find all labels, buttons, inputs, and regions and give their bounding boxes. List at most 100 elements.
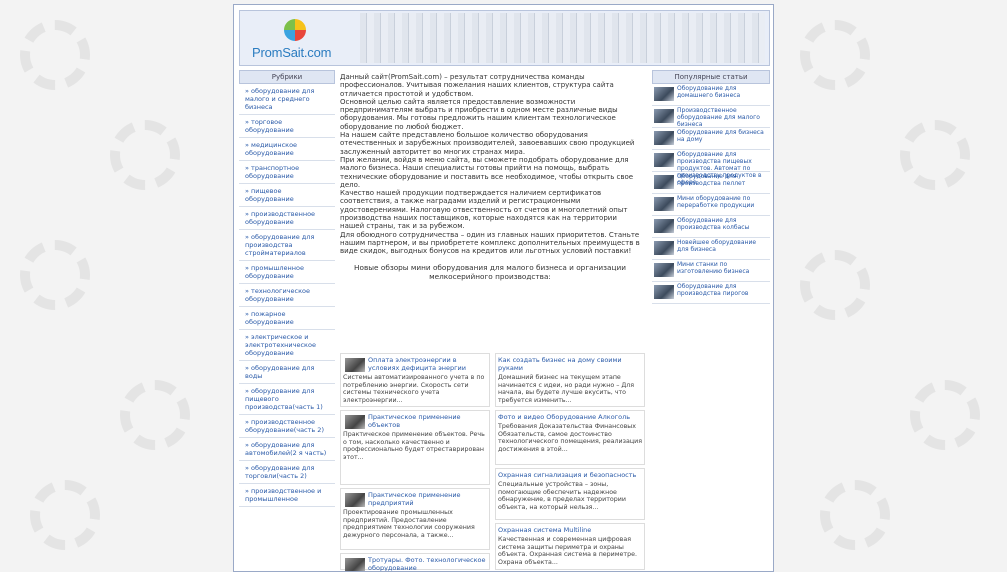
article-thumbnail[interactable] xyxy=(654,175,674,189)
news-item[interactable]: Практическое применение объектов Практиче… xyxy=(340,410,490,485)
article-thumbnail[interactable] xyxy=(654,263,674,277)
sidebar-list: » оборудование для малого и среднего биз… xyxy=(239,84,335,507)
popular-item-label[interactable]: Оборудование для производства колбасы xyxy=(677,217,767,231)
news-item[interactable]: Фото и видео Оборудование Алкоголь Требов… xyxy=(495,410,645,465)
site-header: PromSait.com xyxy=(239,10,770,66)
news-item[interactable]: Практическое применение предприятий Проек… xyxy=(340,488,490,550)
sidebar-item-label: медицинское оборудование xyxy=(245,141,298,157)
popular-item-label[interactable]: Мини оборудование по переработке продукц… xyxy=(677,195,767,209)
sidebar-item-label: оборудование для малого и среднего бизне… xyxy=(245,87,315,111)
background-gear-icon xyxy=(120,380,190,450)
news-item[interactable]: Оплата электроэнергии в условиях дефицит… xyxy=(340,353,490,407)
background-gear-icon xyxy=(900,120,970,190)
background-gear-icon xyxy=(30,480,100,550)
news-heading: Новые обзоры мини оборудования для малог… xyxy=(354,262,626,281)
popular-item-label[interactable]: Мини станки по изготовлению бизнеса xyxy=(677,261,767,275)
popular-item-label[interactable]: Оборудование для домашнего бизнеса xyxy=(677,85,767,99)
article-thumbnail[interactable] xyxy=(654,285,674,299)
logo-icon xyxy=(284,19,306,41)
sidebar-item-label: промышленное оборудование xyxy=(245,264,305,280)
background-gear-icon xyxy=(800,20,870,90)
popular-item[interactable]: Оборудование для бизнеса на дому xyxy=(652,128,770,150)
popular-item[interactable]: Оборудование для производства пищевых пр… xyxy=(652,150,770,186)
article-thumbnail[interactable] xyxy=(654,241,674,255)
intro-paragraph: На нашем сайте представлено большое коли… xyxy=(340,131,635,156)
popular-item[interactable]: Оборудование для производства пирогов xyxy=(652,282,770,304)
popular-item[interactable]: Мини станки по изготовлению бизнеса xyxy=(652,260,770,282)
news-item[interactable]: Охранная сигнализация и безопасность Спец… xyxy=(495,468,645,520)
sidebar-item-label: электрическое и электротехническое обору… xyxy=(245,333,316,357)
news-thumbnail[interactable] xyxy=(345,358,365,372)
sidebar-item[interactable]: » транспортное оборудование xyxy=(239,161,335,184)
article-thumbnail[interactable] xyxy=(654,109,674,123)
sidebar-item[interactable]: » пищевое оборудование xyxy=(239,184,335,207)
news-title[interactable]: Охранная система Multiline xyxy=(498,526,642,534)
header-machinery-banner xyxy=(360,13,765,63)
sidebar-item-label: производственное оборудование xyxy=(245,210,316,226)
sidebar-item[interactable]: » производственное оборудование(часть 2) xyxy=(239,415,335,438)
article-thumbnail[interactable] xyxy=(654,87,674,101)
popular-item[interactable]: Оборудование для домашнего бизнеса xyxy=(652,84,770,106)
news-description: Требования Доказательства Финансовых Обя… xyxy=(498,423,643,453)
news-description: Проектирование промышленных предприятий.… xyxy=(343,509,475,539)
popular-articles: Популярные статьи Оборудование для домаш… xyxy=(652,70,770,323)
article-thumbnail[interactable] xyxy=(654,153,674,167)
news-thumbnail[interactable] xyxy=(345,415,365,429)
article-thumbnail[interactable] xyxy=(654,219,674,233)
sidebar-item[interactable]: » технологическое оборудование xyxy=(239,284,335,307)
news-description: Специальные устройства – зоны, помогающи… xyxy=(498,481,626,511)
sidebar-item[interactable]: » производственное и промышленное xyxy=(239,484,335,507)
sidebar: Рубрики » оборудование для малого и сред… xyxy=(239,70,335,571)
background-gear-icon xyxy=(800,250,870,320)
popular-item-label[interactable]: Новейшее оборудование для бизнеса xyxy=(677,239,767,253)
background-gear-icon xyxy=(20,20,90,90)
page-container: PromSait.com Рубрики » оборудование для … xyxy=(233,4,774,572)
popular-item[interactable]: Производственное оборудование для малого… xyxy=(652,106,770,128)
news-description: Домашний бизнес на текущем этапе начинае… xyxy=(498,374,635,404)
site-logo[interactable]: PromSait.com xyxy=(248,17,338,63)
news-thumbnail[interactable] xyxy=(345,558,365,571)
news-title[interactable]: Как создать бизнес на дому своими руками xyxy=(498,356,642,372)
popular-item-label[interactable]: Оборудование для производства пирогов xyxy=(677,283,767,297)
news-title[interactable]: Охранная сигнализация и безопасность xyxy=(498,471,642,479)
popular-item-label[interactable]: Оборудование для бизнеса на дому xyxy=(677,129,767,143)
news-item[interactable]: Как создать бизнес на дому своими руками… xyxy=(495,353,645,407)
popular-item[interactable]: Мини оборудование по переработке продукц… xyxy=(652,194,770,216)
article-thumbnail[interactable] xyxy=(654,197,674,211)
sidebar-item[interactable]: » оборудование для автомобилей(2 я часть… xyxy=(239,438,335,461)
sidebar-item[interactable]: » оборудование для пищевого производства… xyxy=(239,384,335,415)
news-description: Системы автоматизированного учета в по п… xyxy=(343,374,485,404)
popular-item[interactable]: Новейшее оборудование для бизнеса xyxy=(652,238,770,260)
news-item[interactable]: Охранная система Multiline Качественная и… xyxy=(495,523,645,570)
article-thumbnail[interactable] xyxy=(654,131,674,145)
logo-text: PromSait.com xyxy=(252,45,332,60)
news-description: Качественная и современная цифровая сист… xyxy=(498,536,637,566)
sidebar-item[interactable]: » медицинское оборудование xyxy=(239,138,335,161)
intro-text: Данный сайт(PromSait.com) – результат со… xyxy=(340,73,640,256)
background-gear-icon xyxy=(110,120,180,190)
sidebar-item-label: оборудование для пищевого производства(ч… xyxy=(245,387,323,411)
sidebar-item-label: торговое оборудование xyxy=(245,118,294,134)
news-title[interactable]: Фото и видео Оборудование Алкоголь xyxy=(498,413,642,421)
sidebar-item[interactable]: » оборудование для производства строймат… xyxy=(239,230,335,261)
sidebar-item[interactable]: » оборудование для воды xyxy=(239,361,335,384)
sidebar-item[interactable]: » производственное оборудование xyxy=(239,207,335,230)
sidebar-item[interactable]: » электрическое и электротехническое обо… xyxy=(239,330,335,361)
sidebar-item[interactable]: » пожарное оборудование xyxy=(239,307,335,330)
sidebar-item-label: технологическое оборудование xyxy=(245,287,310,303)
news-description: Практическое применение объектов. Речь о… xyxy=(343,431,485,461)
news-thumbnail[interactable] xyxy=(345,493,365,507)
sidebar-item[interactable]: » промышленное оборудование xyxy=(239,261,335,284)
sidebar-item[interactable]: » оборудование для малого и среднего биз… xyxy=(239,84,335,115)
popular-item-label[interactable]: Производственное оборудование для малого… xyxy=(677,107,767,128)
popular-title: Популярные статьи xyxy=(652,70,770,84)
news-item[interactable]: Тротуары. Фото. технологическое оборудов… xyxy=(340,553,490,571)
intro-paragraph: Данный сайт(PromSait.com) – результат со… xyxy=(340,73,614,98)
popular-item[interactable]: Оборудование для производства пеллет xyxy=(652,172,770,194)
sidebar-item[interactable]: » торговое оборудование xyxy=(239,115,335,138)
sidebar-item[interactable]: » оборудование для торговли(часть 2) xyxy=(239,461,335,484)
sidebar-item-label: производственное и промышленное xyxy=(245,487,322,503)
sidebar-item-label: пожарное оборудование xyxy=(245,310,294,326)
popular-item-label[interactable]: Оборудование для производства пеллет xyxy=(677,173,767,187)
popular-item[interactable]: Оборудование для производства колбасы xyxy=(652,216,770,238)
